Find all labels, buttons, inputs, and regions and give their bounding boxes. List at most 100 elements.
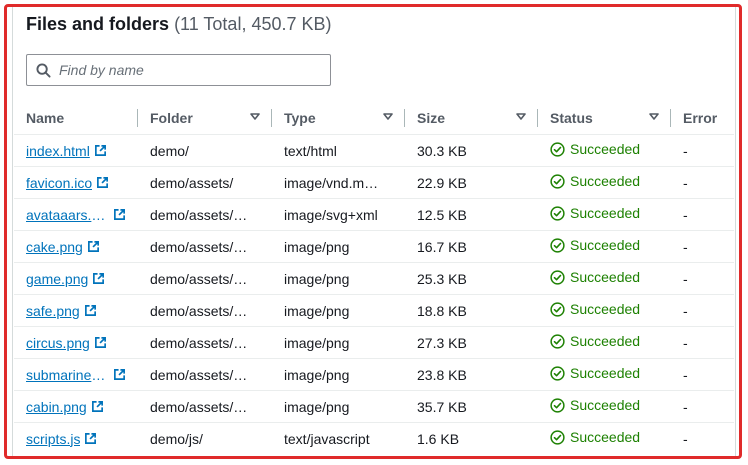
cell-size: 25.3 KB (405, 262, 538, 295)
cell-name: cake.png (14, 230, 138, 263)
file-link[interactable]: circus.png (26, 335, 90, 351)
cell-status: Succeeded (538, 358, 671, 391)
file-link[interactable]: cake.png (26, 239, 83, 255)
cell-type: text/html (272, 134, 405, 167)
panel-heading: Files and folders (11 Total, 450.7 KB) (26, 14, 332, 35)
cell-name: index.html (14, 134, 138, 167)
file-link[interactable]: scripts.js (26, 431, 80, 447)
file-link[interactable]: index.html (26, 143, 90, 159)
check-circle-icon (550, 174, 565, 189)
caret-down-icon[interactable] (250, 113, 260, 121)
cell-size: 30.3 KB (405, 134, 538, 167)
table-row: scripts.js demo/js/ text/javascript 1.6 … (14, 423, 734, 455)
cell-name: favicon.ico (14, 166, 138, 199)
cell-error: - (671, 390, 734, 423)
caret-down-icon[interactable] (516, 113, 526, 121)
table-row: cabin.png demo/assets/… image/png 35.7 K… (14, 390, 734, 423)
file-link[interactable]: avataaars.sv… (26, 207, 109, 223)
column-header-type[interactable]: Type (272, 102, 405, 135)
cell-error: - (671, 166, 734, 199)
cell-type: image/png (272, 230, 405, 263)
cell-error: - (671, 326, 734, 359)
cell-folder: demo/assets/… (138, 230, 272, 263)
column-header-name: Name (14, 102, 138, 135)
column-header-size[interactable]: Size (405, 102, 538, 135)
column-header-status[interactable]: Status (538, 102, 671, 135)
cell-size: 16.7 KB (405, 230, 538, 263)
search-box[interactable] (26, 54, 331, 86)
file-link[interactable]: cabin.png (26, 399, 87, 415)
external-link-icon[interactable] (87, 240, 100, 253)
panel-count: (11 Total, 450.7 KB) (174, 14, 332, 34)
check-circle-icon (550, 142, 565, 157)
cell-folder: demo/assets/… (138, 390, 272, 423)
cell-size: 1.6 KB (417, 430, 460, 447)
status-text: Succeeded (570, 141, 641, 158)
file-link[interactable]: game.png (26, 271, 88, 287)
cell-name: circus.png (14, 326, 138, 359)
table-row: game.png demo/assets/… image/png 25.3 KB… (14, 262, 734, 295)
cell-name: safe.png (14, 294, 138, 327)
table-row: circus.png demo/assets/… image/png 27.3 … (14, 326, 734, 359)
column-header-folder[interactable]: Folder (138, 102, 272, 135)
cell-size: 23.8 KB (405, 358, 538, 391)
cell-name: game.png (14, 262, 138, 295)
cell-status: Succeeded (538, 262, 671, 295)
cell-error: - (671, 198, 734, 231)
status-text: Succeeded (570, 333, 641, 350)
status-text: Succeeded (570, 301, 641, 318)
panel-title: Files and folders (26, 14, 170, 34)
cell-error: - (671, 230, 734, 263)
check-circle-icon (550, 206, 565, 221)
cell-name: scripts.js (14, 423, 138, 455)
file-link[interactable]: submarine.p… (26, 367, 109, 383)
cell-folder: demo/assets/… (138, 294, 272, 327)
cell-error: - (671, 134, 734, 167)
cell-folder: demo/assets/… (138, 198, 272, 231)
cell-size: 18.8 KB (405, 294, 538, 327)
external-link-icon[interactable] (94, 144, 107, 157)
external-link-icon[interactable] (113, 208, 126, 221)
check-circle-icon (550, 366, 565, 381)
external-link-icon[interactable] (92, 272, 105, 285)
check-circle-icon (550, 398, 565, 413)
search-input[interactable] (59, 62, 309, 78)
external-link-icon[interactable] (96, 176, 109, 189)
cell-status: Succeeded (538, 134, 671, 167)
cell-folder: demo/assets/ (138, 166, 272, 199)
cell-type: image/png (272, 358, 405, 391)
cell-folder: demo/ (138, 134, 272, 167)
caret-down-icon[interactable] (649, 113, 659, 121)
cell-error: - (671, 294, 734, 327)
cell-folder: demo/assets/… (138, 358, 272, 391)
file-link[interactable]: favicon.ico (26, 175, 92, 191)
cell-size: 27.3 KB (405, 326, 538, 359)
status-text: Succeeded (570, 205, 641, 222)
files-and-folders-panel: Files and folders (11 Total, 450.7 KB) N… (0, 0, 748, 465)
file-link[interactable]: safe.png (26, 303, 80, 319)
cell-type: image/png (272, 390, 405, 423)
external-link-icon[interactable] (113, 368, 126, 381)
table-header-row: Name Folder Type Size Status Error (14, 102, 734, 135)
table-row: safe.png demo/assets/… image/png 18.8 KB… (14, 294, 734, 327)
cell-status: Succeeded (538, 294, 671, 327)
status-text: Succeeded (570, 173, 641, 190)
cell-type: image/svg+xml (272, 198, 405, 231)
table-row: index.html demo/ text/html 30.3 KB Succe… (14, 134, 734, 167)
column-header-error: Error (671, 102, 734, 135)
cell-name: avataaars.sv… (14, 198, 138, 231)
external-link-icon[interactable] (94, 336, 107, 349)
check-circle-icon (550, 430, 565, 445)
status-text: Succeeded (570, 269, 641, 286)
table-row: favicon.ico demo/assets/ image/vnd.m… 22… (14, 166, 734, 199)
caret-down-icon[interactable] (383, 113, 393, 121)
cell-type: image/vnd.m… (272, 166, 405, 199)
table-row: avataaars.sv… demo/assets/… image/svg+xm… (14, 198, 734, 231)
files-table: Name Folder Type Size Status Error index… (14, 102, 734, 454)
external-link-icon[interactable] (91, 400, 104, 413)
external-link-icon[interactable] (84, 432, 97, 445)
external-link-icon[interactable] (84, 304, 97, 317)
cell-status: Succeeded (538, 230, 671, 263)
cell-folder: demo/assets/… (138, 262, 272, 295)
cell-folder: demo/assets/… (138, 326, 272, 359)
